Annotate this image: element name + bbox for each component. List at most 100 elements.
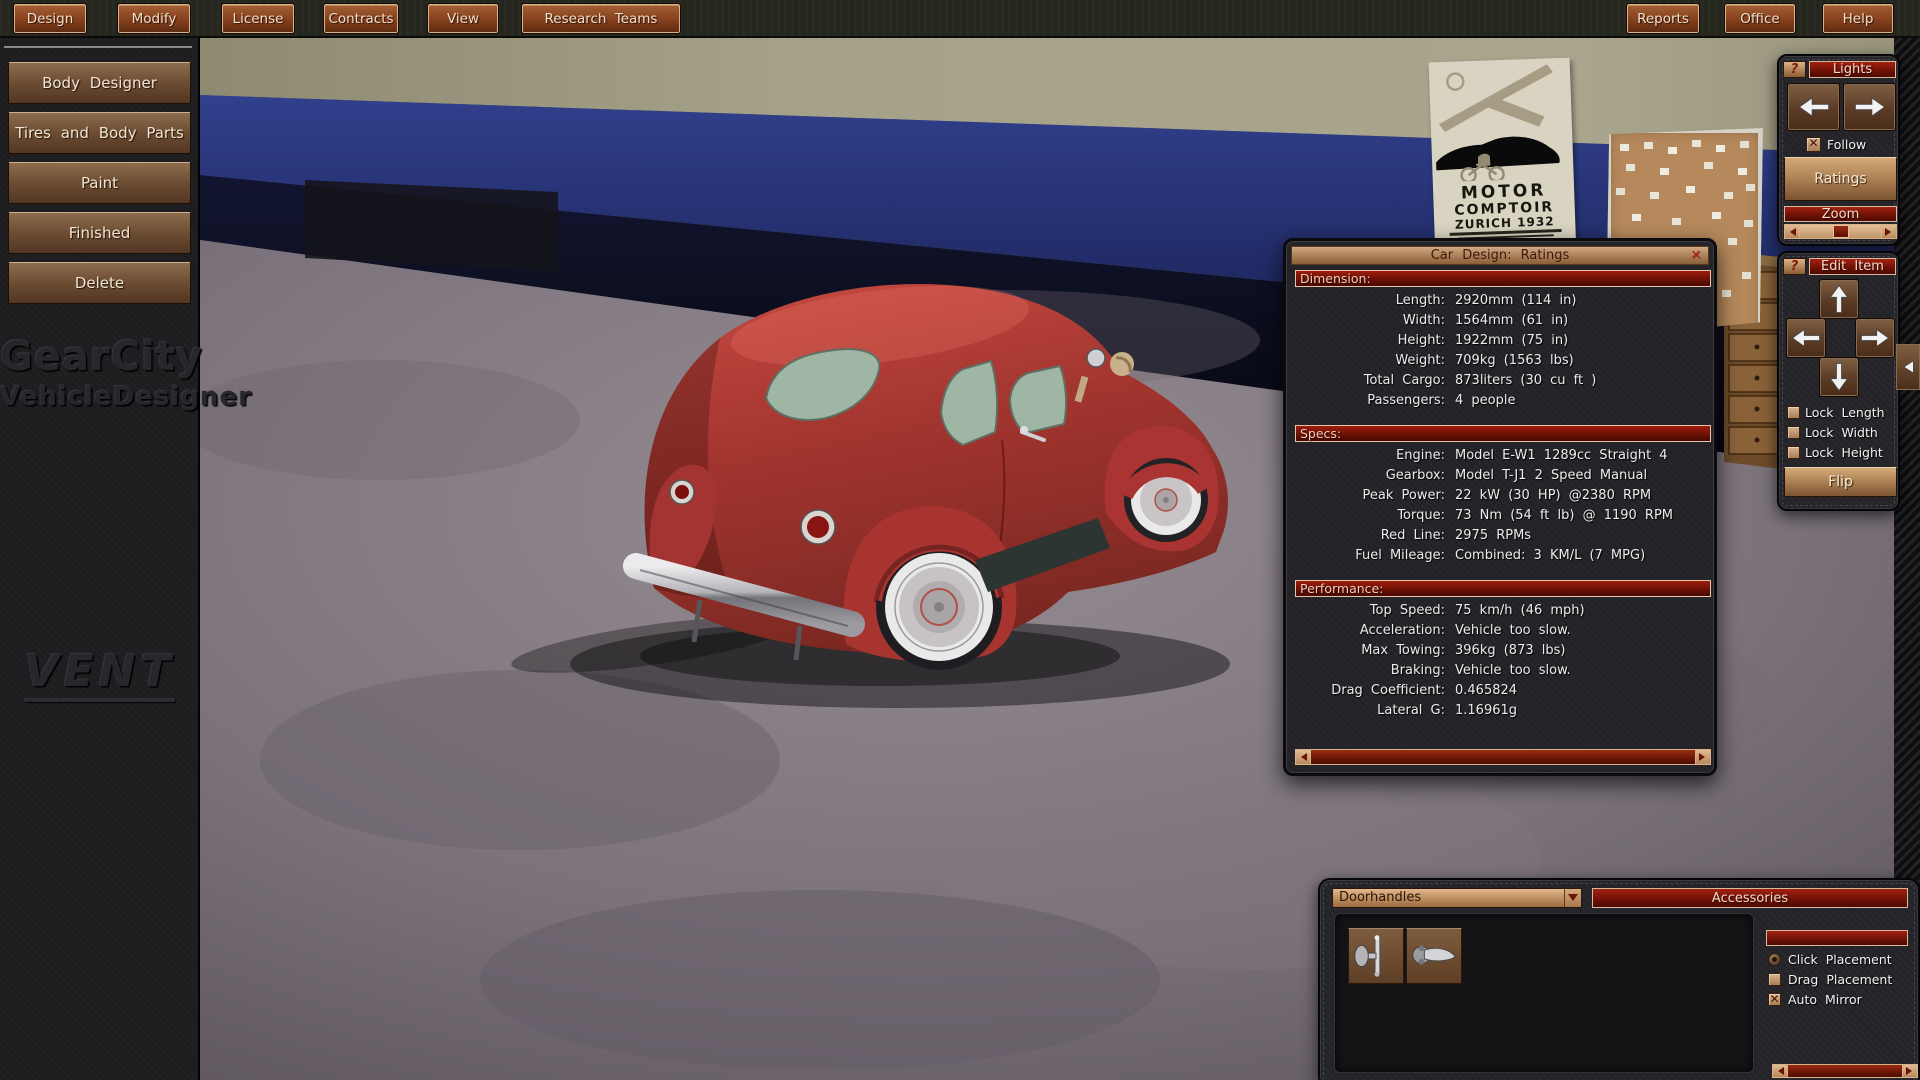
scroll-left-arrow[interactable] xyxy=(1773,1065,1787,1077)
row-label: Max Towing: xyxy=(1295,643,1445,658)
click-placement-label: Click Placement xyxy=(1788,952,1892,967)
row-label: Drag Coefficient: xyxy=(1295,683,1445,698)
zoom-slider-handle[interactable] xyxy=(1833,225,1849,238)
flip-button[interactable]: Flip xyxy=(1784,467,1897,497)
accessories-scrollbar-track[interactable] xyxy=(1787,1065,1903,1077)
row-value: 1922mm (75 in) xyxy=(1455,333,1568,348)
close-icon[interactable]: ✕ xyxy=(1688,248,1704,264)
row-label: Top Speed: xyxy=(1295,603,1445,618)
doorhandle-item-2[interactable] xyxy=(1406,928,1462,984)
edit-item-help-button[interactable]: ? xyxy=(1783,258,1806,275)
arrow-right-icon xyxy=(1850,96,1890,118)
move-down-button[interactable] xyxy=(1820,358,1858,396)
menu-button-office[interactable]: Office xyxy=(1725,4,1795,33)
menu-button-contracts[interactable]: Contracts xyxy=(324,4,398,33)
move-up-button[interactable] xyxy=(1820,280,1858,318)
row-label: Total Cargo: xyxy=(1295,373,1445,388)
move-right-button[interactable] xyxy=(1856,319,1894,357)
edit-item-title: Edit Item xyxy=(1809,258,1896,275)
spec-row: Peak Power:22 kW (30 HP) @2380 RPM xyxy=(1295,485,1711,505)
row-label: Gearbox: xyxy=(1295,468,1445,483)
spec-row: Passengers:4 people xyxy=(1295,390,1711,410)
vent-logo: VENT xyxy=(0,646,200,702)
gearcity-logo: GearCity xyxy=(0,334,200,380)
row-label: Braking: xyxy=(1295,663,1445,678)
row-value: 2975 RPMs xyxy=(1455,528,1531,543)
menu-button-license[interactable]: License xyxy=(222,4,294,33)
lights-panel-title: Lights xyxy=(1809,61,1896,78)
spec-row: Weight:709kg (1563 lbs) xyxy=(1295,350,1711,370)
click-placement-radio[interactable] xyxy=(1768,953,1781,966)
spec-row: Braking:Vehicle too slow. xyxy=(1295,660,1711,680)
row-value: 22 kW (30 HP) @2380 RPM xyxy=(1455,488,1651,503)
zoom-slider[interactable] xyxy=(1784,224,1897,239)
move-left-button[interactable] xyxy=(1787,319,1825,357)
sidebar-button-delete[interactable]: Delete xyxy=(8,262,191,304)
row-value: 75 km/h (46 mph) xyxy=(1455,603,1585,618)
category-dropdown[interactable]: Doorhandles xyxy=(1332,888,1582,908)
scroll-right-arrow[interactable] xyxy=(1903,1065,1917,1077)
menu-button-modify[interactable]: Modify xyxy=(118,4,190,33)
spec-row: Fuel Mileage: Combined: 3 KM/L (7 MPG) xyxy=(1295,545,1711,565)
menu-button-view[interactable]: View xyxy=(428,4,498,33)
ratings-button[interactable]: Ratings xyxy=(1784,157,1897,201)
auto-mirror-checkbox[interactable] xyxy=(1768,993,1781,1006)
menu-button-design[interactable]: Design xyxy=(14,4,86,33)
sidebar-button-body-designer[interactable]: Body Designer xyxy=(8,62,191,104)
scroll-left-arrow[interactable] xyxy=(1296,750,1310,764)
row-value: Model E-W1 1289cc Straight 4 xyxy=(1455,448,1668,463)
drag-placement-checkbox[interactable] xyxy=(1768,973,1781,986)
menu-button-help[interactable]: Help xyxy=(1823,4,1893,33)
chevron-down-icon[interactable] xyxy=(1564,889,1581,907)
sidebar-button-paint[interactable]: Paint xyxy=(8,162,191,204)
spec-row: Gearbox:Model T-J1 2 Speed Manual xyxy=(1295,465,1711,485)
zoom-out-arrow[interactable] xyxy=(1785,225,1799,238)
left-triangle-icon xyxy=(1786,228,1796,236)
scroll-right-arrow[interactable] xyxy=(1696,750,1710,764)
lock-height-checkbox[interactable] xyxy=(1787,446,1800,459)
row-value: 396kg (873 lbs) xyxy=(1455,643,1565,658)
vent-underline xyxy=(25,699,175,702)
dialog-scrollbar-track[interactable] xyxy=(1310,750,1696,764)
panel-collapse-tab[interactable] xyxy=(1896,344,1920,390)
right-triangle-icon xyxy=(1699,753,1709,761)
accessories-header: Accessories xyxy=(1592,888,1908,908)
dialog-scrollbar[interactable] xyxy=(1295,749,1711,765)
spec-row: Engine: Model E-W1 1289cc Straight 4 xyxy=(1295,445,1711,465)
lights-help-button[interactable]: ? xyxy=(1783,61,1806,78)
accessories-scrollbar[interactable] xyxy=(1772,1064,1918,1078)
lock-length-checkbox[interactable] xyxy=(1787,406,1800,419)
menu-button-reports[interactable]: Reports xyxy=(1627,4,1699,33)
dialog-titlebar[interactable]: Car Design: Ratings ✕ xyxy=(1291,246,1709,265)
dark-doorway xyxy=(305,180,558,272)
auto-mirror-label: Auto Mirror xyxy=(1788,992,1862,1007)
menu-button-research-teams[interactable]: Research Teams xyxy=(522,4,680,33)
dimension-rows: Length:2920mm (114 in) Width:1564mm (61 … xyxy=(1295,290,1711,410)
follow-checkbox[interactable] xyxy=(1806,137,1821,152)
follow-label: Follow xyxy=(1827,137,1866,152)
spec-row: Max Towing: 396kg (873 lbs) xyxy=(1295,640,1711,660)
row-label: Width: xyxy=(1295,313,1445,328)
light-previous-button[interactable] xyxy=(1788,84,1839,130)
lock-width-checkbox[interactable] xyxy=(1787,426,1800,439)
spec-row: Width:1564mm (61 in) xyxy=(1295,310,1711,330)
spec-row: Torque:73 Nm (54 ft lb) @ 1190 RPM xyxy=(1295,505,1711,525)
row-label: Fuel Mileage: xyxy=(1295,548,1445,563)
section-header-specs: Specs: xyxy=(1295,425,1711,442)
accessories-panel: Doorhandles Accessories Click Placement xyxy=(1318,878,1920,1080)
zoom-slider-track[interactable] xyxy=(1799,225,1882,238)
car-design-ratings-dialog: Car Design: Ratings ✕ Dimension: Length:… xyxy=(1283,238,1717,776)
sidebar-button-finished[interactable]: Finished xyxy=(8,212,191,254)
row-label: Engine: xyxy=(1295,448,1445,463)
doorhandle-item-1[interactable] xyxy=(1348,928,1404,984)
row-label: Length: xyxy=(1295,293,1445,308)
section-header-dimension: Dimension: xyxy=(1295,270,1711,287)
top-menu-bar: Design Modify License Contracts View Res… xyxy=(0,0,1920,38)
sidebar-button-tires-body-parts[interactable]: Tires and Body Parts xyxy=(8,112,191,154)
row-value: Combined: 3 KM/L (7 MPG) xyxy=(1455,548,1645,563)
light-next-button[interactable] xyxy=(1844,84,1895,130)
car-silhouette xyxy=(1435,135,1560,170)
zoom-in-arrow[interactable] xyxy=(1882,225,1896,238)
dropdown-selected-value: Doorhandles xyxy=(1333,889,1564,907)
section-header-performance: Performance: xyxy=(1295,580,1711,597)
